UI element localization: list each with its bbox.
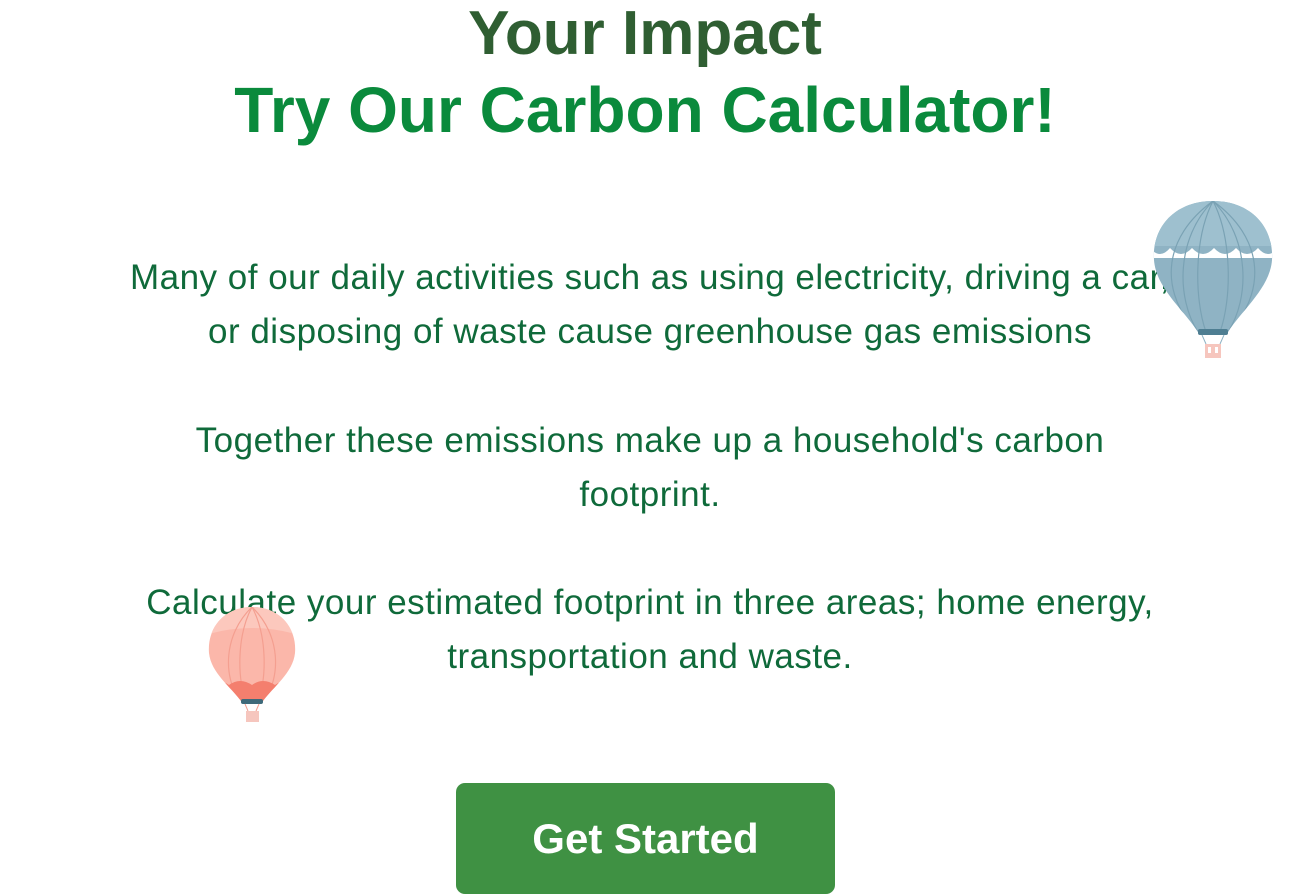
carbon-calculator-intro-page: Your Impact Try Our Carbon Calculator! M… (0, 0, 1290, 895)
intro-paragraph-line: Together these emissions make up a house… (195, 421, 1105, 460)
page-title: Your Impact (468, 0, 822, 68)
intro-paragraph-emissions: Many of our daily activities such as usi… (90, 251, 1210, 359)
intro-paragraph-line: Many of our daily activities such as usi… (129, 258, 1171, 297)
hot-air-balloon-icon (208, 607, 296, 722)
intro-paragraph-footprint: Together these emissions make up a house… (90, 414, 1210, 522)
intro-paragraph-line: footprint. (579, 475, 721, 514)
intro-paragraph-line: or disposing of waste cause greenhouse g… (208, 312, 1092, 351)
hot-air-balloon-icon (1153, 201, 1273, 358)
get-started-button[interactable]: Get Started (456, 783, 835, 894)
page-subtitle: Try Our Carbon Calculator! (234, 74, 1056, 146)
